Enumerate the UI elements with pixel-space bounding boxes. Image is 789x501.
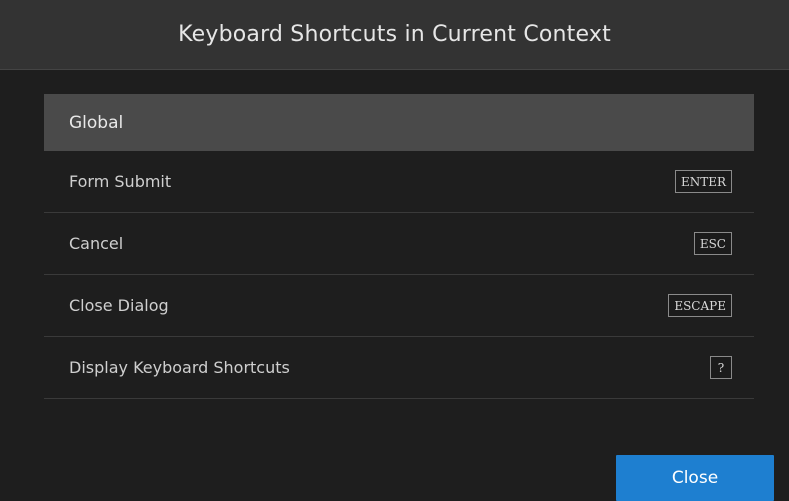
keyboard-shortcuts-dialog: Keyboard Shortcuts in Current Context Gl…	[0, 0, 789, 501]
shortcut-group-global: Global Form Submit ENTER Cancel ESC Clos…	[44, 94, 754, 399]
dialog-header: Keyboard Shortcuts in Current Context	[0, 0, 789, 70]
shortcut-label: Cancel	[69, 234, 124, 253]
group-title: Global	[69, 112, 124, 133]
shortcut-row-close-dialog: Close Dialog ESCAPE	[44, 275, 754, 337]
dialog-title: Keyboard Shortcuts in Current Context	[178, 22, 611, 47]
shortcut-row-cancel: Cancel ESC	[44, 213, 754, 275]
shortcut-key: ESCAPE	[668, 294, 732, 317]
shortcut-key: ENTER	[674, 170, 732, 193]
shortcut-key: ESC	[693, 232, 732, 255]
close-button[interactable]: Close	[616, 455, 774, 501]
shortcut-key: ?	[710, 356, 732, 379]
shortcut-label: Form Submit	[69, 172, 172, 191]
shortcut-row-form-submit: Form Submit ENTER	[44, 151, 754, 213]
group-header: Global	[44, 94, 754, 151]
shortcut-row-display-shortcuts: Display Keyboard Shortcuts ?	[44, 337, 754, 399]
shortcut-label: Close Dialog	[69, 296, 169, 315]
shortcut-label: Display Keyboard Shortcuts	[69, 358, 290, 377]
